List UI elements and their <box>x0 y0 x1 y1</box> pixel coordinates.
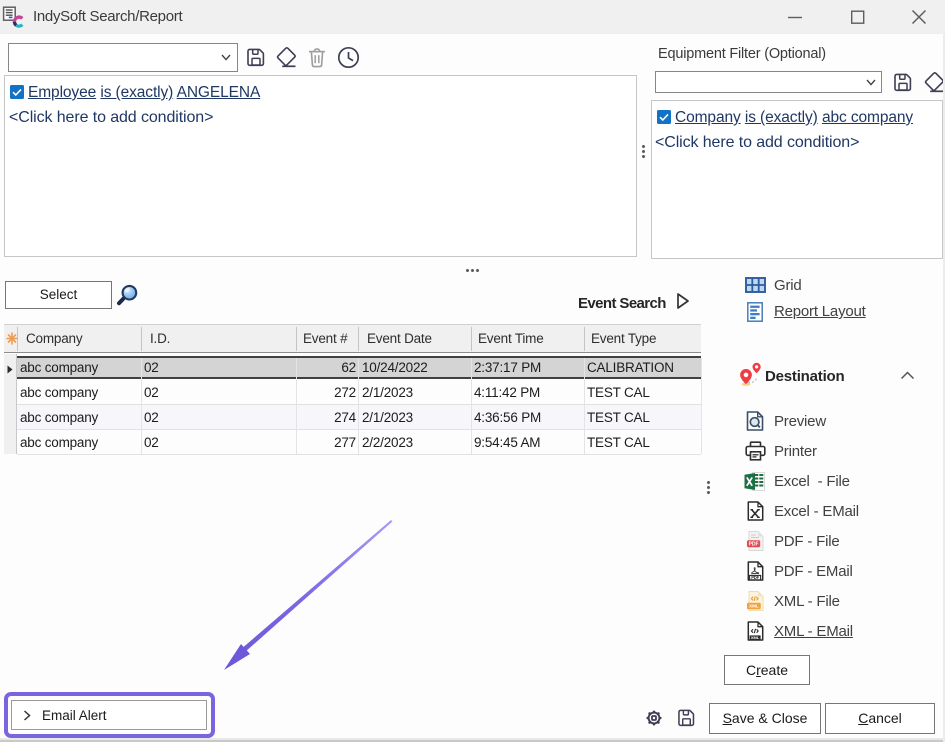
svg-text:PDF: PDF <box>749 541 759 547</box>
svg-text:XML: XML <box>749 604 759 609</box>
svg-text:PDF: PDF <box>751 575 759 580</box>
svg-text:XML: XML <box>751 635 760 640</box>
